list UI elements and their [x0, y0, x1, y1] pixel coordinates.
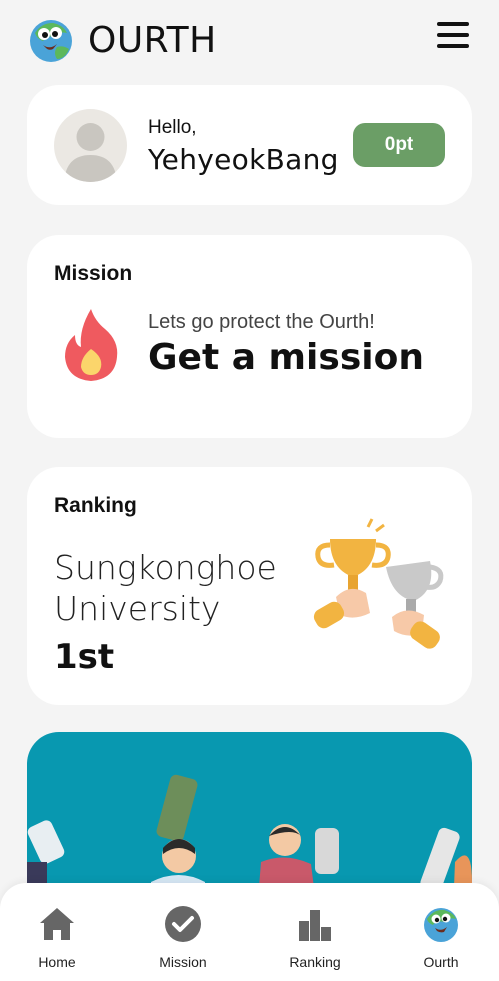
- greeting-text: Hello,: [148, 117, 197, 138]
- earth-mascot-icon: [424, 908, 458, 942]
- ranking-position: 1st: [54, 637, 115, 677]
- earth-mascot-icon[interactable]: [27, 17, 75, 63]
- username: YehyeokBang: [148, 143, 339, 176]
- mission-heading: Mission: [54, 262, 133, 285]
- app-title: OURTH: [88, 20, 217, 61]
- default-avatar-icon: [54, 109, 127, 182]
- ranking-school-name: Sungkonghoe University: [54, 548, 277, 628]
- hamburger-menu-icon[interactable]: [437, 22, 469, 50]
- ranking-card[interactable]: Ranking Sungkonghoe University 1st: [27, 467, 472, 705]
- nav-label-home: Home: [38, 954, 76, 970]
- nav-label-ranking: Ranking: [289, 954, 341, 970]
- nav-item-ourth[interactable]: Ourth: [391, 883, 491, 981]
- nav-item-mission[interactable]: Mission: [133, 883, 233, 981]
- fire-icon: [65, 309, 118, 381]
- home-icon: [40, 908, 74, 940]
- mission-card[interactable]: Mission Lets go protect the Ourth! Get a…: [27, 235, 472, 438]
- mission-subtitle: Lets go protect the Ourth!: [148, 311, 375, 333]
- app-header: OURTH: [0, 0, 499, 82]
- check-circle-icon: [165, 906, 201, 942]
- nav-item-ranking[interactable]: Ranking: [265, 883, 365, 981]
- nav-item-home[interactable]: Home: [7, 883, 107, 981]
- trophies-icon: [313, 518, 444, 649]
- nav-label-mission: Mission: [159, 954, 207, 970]
- profile-card: Hello, YehyeokBang 0pt: [27, 85, 472, 205]
- ranking-heading: Ranking: [54, 494, 137, 517]
- bottom-nav: Home Mission Ranking Ourth: [0, 883, 499, 981]
- points-badge[interactable]: 0pt: [353, 123, 445, 167]
- ranking-bars-icon: [299, 910, 331, 941]
- get-mission-button[interactable]: Get a mission: [148, 337, 424, 378]
- nav-label-ourth: Ourth: [423, 954, 459, 970]
